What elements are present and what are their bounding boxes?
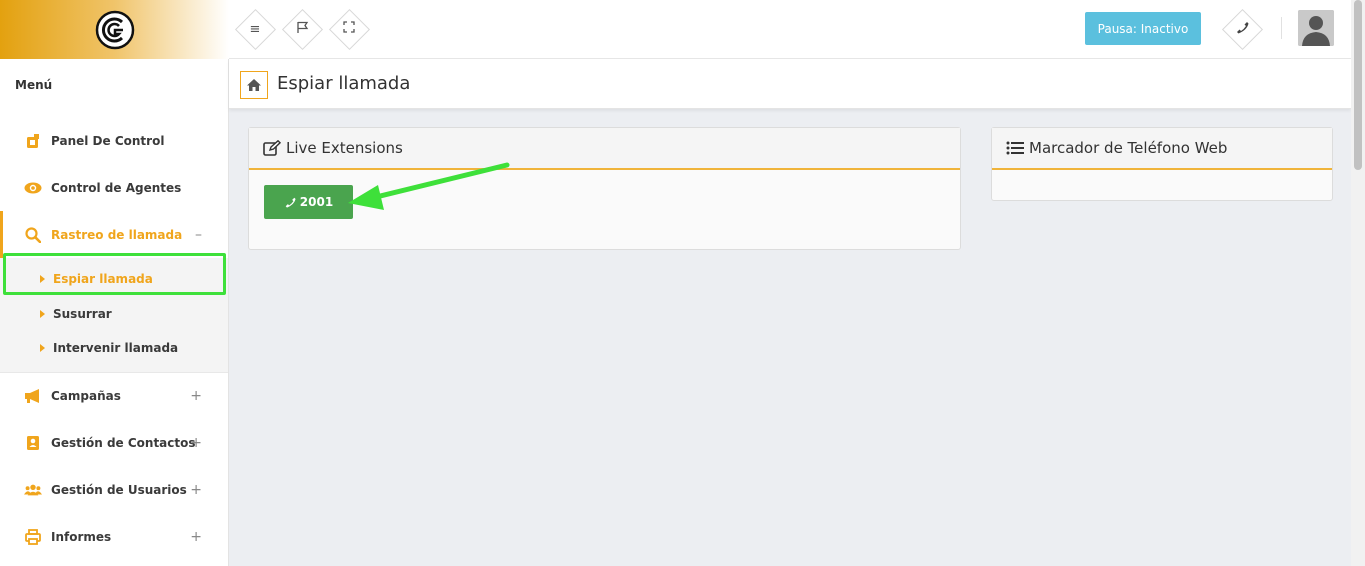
logo-area[interactable] (0, 0, 229, 59)
caret-right-icon (40, 275, 45, 284)
panel-title: Live Extensions (286, 139, 403, 157)
user-silhouette-icon (1298, 10, 1334, 46)
extension-button[interactable]: 2001 (264, 185, 353, 219)
submenu-item-label: Susurrar (53, 306, 112, 321)
sidebar-item-label: Gestión de Usuarios (51, 483, 187, 497)
sidebar-item-campanas[interactable]: Campañas + (0, 373, 228, 420)
submenu-item-espiar-llamada[interactable]: Espiar llamada (0, 262, 228, 297)
panel-header: Live Extensions (249, 128, 960, 170)
web-dialer-panel: Marcador de Teléfono Web (991, 127, 1333, 201)
search-icon (24, 226, 42, 244)
fullscreen-icon (343, 21, 355, 37)
sidebar-item-label: Gestión de Contactos (51, 436, 196, 450)
expand-toggle[interactable]: + (190, 388, 202, 404)
caret-right-icon (40, 344, 45, 353)
sidebar-item-panel-de-control[interactable]: Panel De Control (0, 117, 228, 164)
expand-toggle[interactable]: + (190, 529, 202, 545)
hamburger-icon: ≡ (249, 21, 261, 37)
submenu-item-susurrar[interactable]: Susurrar (0, 297, 228, 332)
home-button[interactable] (240, 71, 268, 99)
submenu-item-intervenir-llamada[interactable]: Intervenir llamada (0, 331, 228, 366)
phone-button[interactable] (1224, 11, 1260, 47)
expand-toggle[interactable]: + (190, 435, 202, 451)
sidebar-item-gestion-de-usuarios[interactable]: Gestión de Usuarios + (0, 467, 228, 514)
vertical-scrollbar[interactable] (1351, 0, 1365, 566)
sidebar-item-gestion-de-contactos[interactable]: Gestión de Contactos + (0, 420, 228, 467)
panel-header: Marcador de Teléfono Web (992, 128, 1332, 170)
list-icon (1006, 141, 1024, 155)
expand-toggle[interactable]: + (190, 482, 202, 498)
sidebar-item-rastreo-de-llamada[interactable]: Rastreo de llamada – (0, 211, 228, 258)
page-title: Espiar llamada (277, 73, 411, 94)
panel-title: Marcador de Teléfono Web (1029, 139, 1228, 157)
sidebar-item-control-de-agentes[interactable]: Control de Agentes (0, 164, 228, 211)
home-icon (247, 79, 261, 91)
flag-button[interactable] (284, 11, 320, 47)
menu-heading: Menú (15, 78, 53, 92)
megaphone-icon (24, 387, 42, 405)
menu-toggle-button[interactable]: ≡ (237, 11, 273, 47)
sidebar-item-label: Rastreo de llamada (51, 227, 183, 242)
sidebar-item-label: Control de Agentes (51, 180, 182, 195)
submenu-item-label: Espiar llamada (53, 272, 153, 287)
flag-icon (296, 21, 309, 38)
page-header: Espiar llamada (229, 59, 1351, 109)
avatar[interactable] (1298, 10, 1334, 46)
eye-icon (24, 179, 42, 197)
phone-icon (284, 196, 296, 208)
sidebar-item-label: Campañas (51, 389, 121, 403)
topbar: ≡ Pausa: Inactivo (229, 0, 1351, 59)
submenu-rastreo: Espiar llamada Susurrar Intervenir llama… (0, 258, 228, 373)
live-extensions-panel: Live Extensions 2001 (248, 127, 961, 250)
dashboard-icon (24, 132, 42, 150)
contact-book-icon (24, 434, 42, 452)
topbar-divider (1281, 17, 1282, 39)
sidebar: Menú Panel De Control Control de Agentes… (0, 0, 229, 566)
caret-right-icon (40, 309, 45, 318)
submenu-item-label: Intervenir llamada (53, 341, 179, 356)
collapse-toggle[interactable]: – (195, 227, 202, 243)
fullscreen-button[interactable] (331, 11, 367, 47)
logo-icon (95, 10, 134, 49)
scrollbar-thumb[interactable] (1354, 0, 1362, 170)
edit-icon (263, 140, 281, 156)
pause-status-button[interactable]: Pausa: Inactivo (1085, 12, 1201, 45)
printer-icon (24, 528, 42, 546)
sidebar-item-label: Panel De Control (51, 133, 165, 148)
sidebar-item-label: Informes (51, 530, 112, 544)
phone-icon (1235, 20, 1249, 38)
extension-number: 2001 (299, 195, 334, 209)
sidebar-item-informes[interactable]: Informes + (0, 514, 228, 561)
users-icon (24, 481, 42, 499)
